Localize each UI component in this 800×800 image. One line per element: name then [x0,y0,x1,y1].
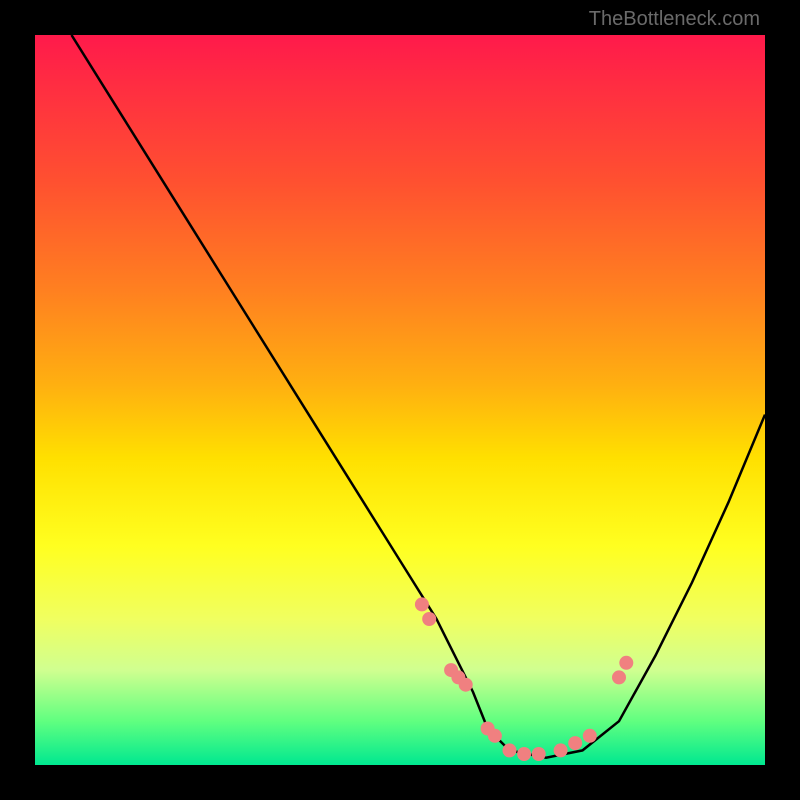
scatter-point [422,612,436,626]
scatter-point [554,743,568,757]
scatter-point [444,663,458,677]
scatter-point [481,722,495,736]
watermark-text: TheBottleneck.com [589,8,760,31]
chart-container: TheBottleneck.com [0,0,800,800]
scatter-point [619,656,633,670]
scatter-points [415,597,633,761]
chart-svg [35,35,765,765]
scatter-point [612,670,626,684]
scatter-point [517,747,531,761]
scatter-point [488,729,502,743]
scatter-point [503,743,517,757]
plot-area [35,35,765,765]
scatter-point [532,747,546,761]
scatter-point [459,678,473,692]
scatter-point [415,597,429,611]
scatter-point [568,736,582,750]
curve-line [72,35,766,758]
scatter-point [583,729,597,743]
bottleneck-curve-path [72,35,766,758]
scatter-point [451,670,465,684]
